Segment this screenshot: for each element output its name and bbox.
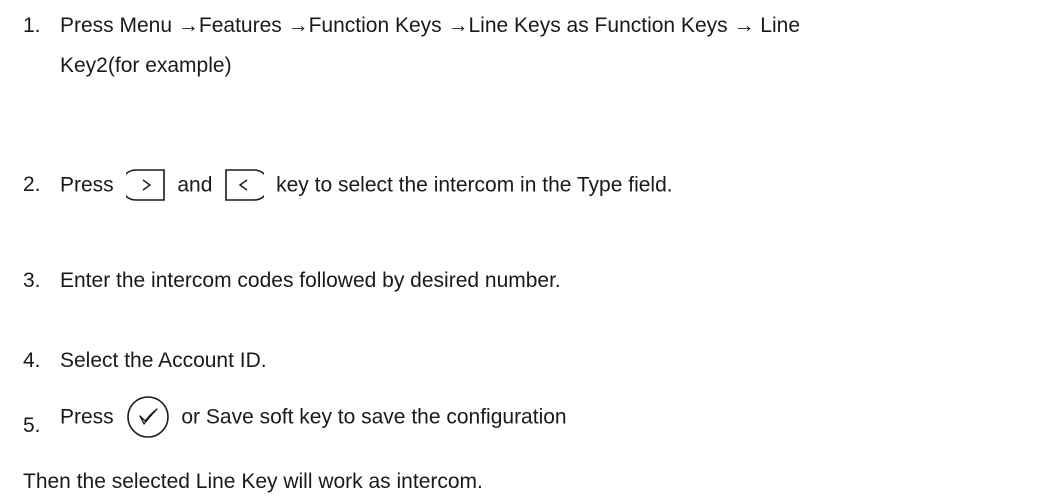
step-text-and: and	[177, 173, 213, 197]
step-number: 3.	[23, 269, 41, 292]
step-number: 2.	[23, 173, 41, 196]
step-text: Enter the intercom codes followed by des…	[60, 269, 561, 292]
step-text-continued: Key2(for example)	[60, 54, 232, 77]
step-number: 5.	[23, 414, 41, 437]
step-text: Press and key to select the intercom in …	[60, 168, 673, 202]
left-arrow-key-icon	[224, 168, 265, 202]
step-text-press: Press	[60, 405, 114, 429]
step-text: Press Menu →Features →Function Keys →Lin…	[60, 14, 800, 37]
step-number: 4.	[23, 349, 41, 372]
step-text-press: Press	[60, 173, 114, 197]
step-text-rest: key to select the intercom in the Type f…	[276, 173, 673, 197]
step-text-rest: or Save soft key to save the configurati…	[181, 405, 567, 429]
right-arrow-key-icon	[125, 168, 166, 202]
step-text: Press or Save soft key to save the confi…	[60, 395, 567, 439]
ok-check-key-icon	[126, 395, 170, 439]
step-number: 1.	[23, 14, 41, 37]
step-text: Select the Account ID.	[60, 349, 267, 372]
closing-note: Then the selected Line Key will work as …	[23, 470, 483, 493]
